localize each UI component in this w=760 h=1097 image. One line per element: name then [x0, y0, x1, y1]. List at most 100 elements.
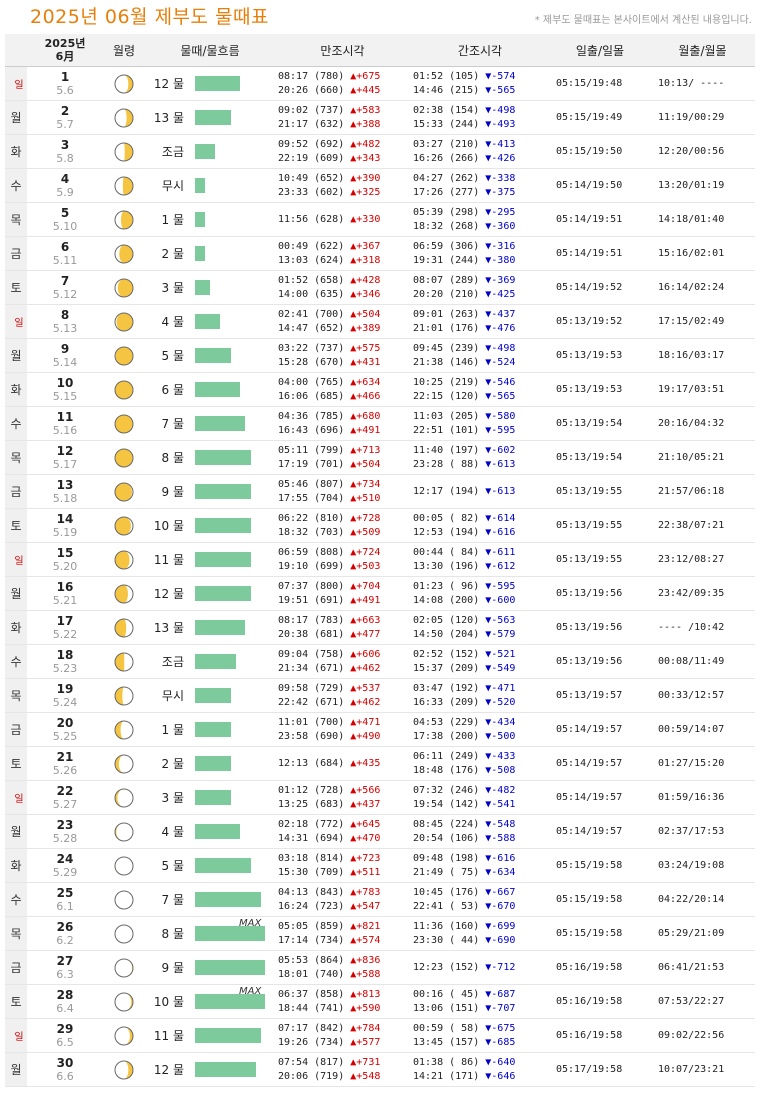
high-tide-entry: 20:38 (681) ▲+477 — [278, 628, 410, 642]
tide-label: 9 물 — [145, 950, 195, 985]
high-tide-entry: 04:13 (843) ▲+783 — [278, 886, 410, 900]
high-tide-change: ▲+509 — [350, 526, 381, 538]
low-tide-time: 22:41 ( 53) — [413, 900, 480, 912]
low-tide-time: 16:33 (209) — [413, 696, 480, 708]
low-tide-change: ▼-434 — [485, 716, 516, 728]
low-tide-entry: 06:59 (306) ▼-316 — [413, 240, 550, 254]
high-tide-cell: 02:41 (700) ▲+504 14:47 (652) ▲+389 — [275, 304, 410, 339]
low-tide-cell: 06:11 (249) ▼-433 18:48 (176) ▼-508 — [410, 746, 550, 781]
high-tide-time: 19:10 (699) — [278, 560, 345, 572]
lunar-date: 5.25 — [52, 729, 78, 743]
tide-flow-bar — [195, 518, 251, 533]
lunar-date: 5.22 — [52, 627, 78, 641]
high-tide-entry: 13:25 (683) ▲+437 — [278, 798, 410, 812]
high-tide-cell: 07:37 (800) ▲+704 19:51 (691) ▲+491 — [275, 576, 410, 611]
header-dow — [5, 34, 27, 67]
tide-flow-bar — [195, 76, 240, 91]
high-tide-time: 18:44 (741) — [278, 1002, 345, 1014]
moon-phase-icon — [114, 516, 134, 535]
high-tide-cell: 09:52 (692) ▲+482 22:19 (609) ▲+343 — [275, 134, 410, 169]
low-tide-change: ▼-579 — [485, 628, 516, 640]
sunrise-sunset: 05:13/19:54 — [550, 406, 650, 441]
lunar-date: 5.6 — [56, 83, 74, 97]
low-tide-time: 05:39 (298) — [413, 206, 480, 218]
high-tide-time: 20:06 (719) — [278, 1070, 345, 1082]
high-tide-entry: 05:05 (859) ▲+821 — [278, 920, 410, 934]
low-tide-time: 04:53 (229) — [413, 716, 480, 728]
date-cell: 13 5.18 — [27, 474, 103, 509]
high-tide-time: 18:32 (703) — [278, 526, 345, 538]
high-tide-change: ▲+462 — [350, 696, 381, 708]
low-tide-cell: 12:23 (152) ▼-712 — [410, 950, 550, 985]
date-cell: 28 6.4 — [27, 984, 103, 1019]
high-tide-time: 13:03 (624) — [278, 254, 345, 266]
solar-day: 4 — [60, 171, 70, 186]
moon-phase-icon — [114, 890, 134, 909]
day-of-week: 월 — [5, 576, 27, 611]
low-tide-time: 12:53 (194) — [413, 526, 480, 538]
low-tide-cell: 08:07 (289) ▼-369 20:20 (210) ▼-425 — [410, 270, 550, 305]
tide-label: 7 물 — [145, 882, 195, 917]
tide-flow-cell — [195, 1018, 275, 1053]
table-row: 토 21 5.26 2 물 12:13 (684) ▲+435 06:11 (249) ▼… — [5, 746, 755, 781]
sunrise-sunset: 05:13/19:55 — [550, 542, 650, 577]
solar-day: 2 — [60, 103, 70, 118]
high-tide-entry: 06:37 (858) ▲+813 — [278, 988, 410, 1002]
date-cell: 20 5.25 — [27, 712, 103, 747]
solar-day: 28 — [56, 987, 74, 1002]
date-cell: 4 5.9 — [27, 168, 103, 203]
solar-day: 7 — [60, 273, 70, 288]
moon-phase-icon — [114, 618, 134, 637]
low-tide-cell: 04:53 (229) ▼-434 17:38 (200) ▼-500 — [410, 712, 550, 747]
low-tide-entry: 21:38 (146) ▼-524 — [413, 356, 550, 370]
low-tide-cell: 01:38 ( 86) ▼-640 14:21 (171) ▼-646 — [410, 1052, 550, 1087]
day-of-week: 수 — [5, 644, 27, 679]
low-tide-time: 21:38 (146) — [413, 356, 480, 368]
high-tide-change: ▲+389 — [350, 322, 381, 334]
low-tide-entry: 14:21 (171) ▼-646 — [413, 1070, 550, 1084]
low-tide-change: ▼-500 — [485, 730, 516, 742]
moon-phase-icon — [114, 482, 134, 501]
tide-flow-cell — [195, 134, 275, 169]
high-tide-time: 21:34 (671) — [278, 662, 345, 674]
high-tide-entry: 23:33 (602) ▲+325 — [278, 186, 410, 200]
low-tide-time: 14:21 (171) — [413, 1070, 480, 1082]
day-of-week: 화 — [5, 134, 27, 169]
high-tide-change: ▲+462 — [350, 662, 381, 674]
low-tide-entry: 15:37 (209) ▼-549 — [413, 662, 550, 676]
moon-phase-icon — [114, 312, 134, 331]
sunrise-sunset: 05:13/19:56 — [550, 576, 650, 611]
table-row: 토 7 5.12 3 물 01:52 (658) ▲+428 14:00 (635) ▲+… — [5, 270, 755, 305]
high-tide-change: ▲+634 — [350, 376, 381, 388]
high-tide-entry: 01:12 (728) ▲+566 — [278, 784, 410, 798]
lunar-date: 5.9 — [56, 185, 74, 199]
high-tide-entry: 08:17 (780) ▲+675 — [278, 70, 410, 84]
day-of-week: 월 — [5, 100, 27, 135]
date-cell: 1 5.6 — [27, 66, 103, 101]
high-tide-time: 05:05 (859) — [278, 920, 345, 932]
low-tide-change: ▼-646 — [485, 1070, 516, 1082]
tide-flow-bar — [195, 722, 231, 737]
low-tide-cell: 09:45 (239) ▼-498 21:38 (146) ▼-524 — [410, 338, 550, 373]
moon-phase-icon — [114, 584, 134, 603]
sunrise-sunset: 05:14/19:57 — [550, 712, 650, 747]
moonrise-moonset: 05:29/21:09 — [650, 916, 755, 951]
sunrise-sunset: 05:15/19:58 — [550, 848, 650, 883]
moonrise-moonset: 10:07/23:21 — [650, 1052, 755, 1087]
solar-day: 9 — [60, 341, 70, 356]
lunar-date: 5.21 — [52, 593, 78, 607]
low-tide-time: 10:25 (219) — [413, 376, 480, 388]
high-tide-time: 05:46 (807) — [278, 478, 345, 490]
high-tide-time: 10:49 (652) — [278, 172, 345, 184]
moonrise-moonset: 21:10/05:21 — [650, 440, 755, 475]
tide-flow-cell — [195, 304, 275, 339]
day-of-week: 월 — [5, 1052, 27, 1087]
moon-phase-cell — [103, 814, 145, 849]
page-title: 2025년 06월 제부도 물때표 — [30, 6, 269, 28]
high-tide-change: ▲+428 — [350, 274, 381, 286]
table-row: 일 29 6.5 11 물 07:17 (842) ▲+784 19:26 (734) ▲… — [5, 1018, 755, 1053]
moon-phase-icon — [114, 346, 134, 365]
high-tide-change: ▲+704 — [350, 580, 381, 592]
lunar-date: 5.12 — [52, 287, 78, 301]
high-tide-change: ▲+318 — [350, 254, 381, 266]
